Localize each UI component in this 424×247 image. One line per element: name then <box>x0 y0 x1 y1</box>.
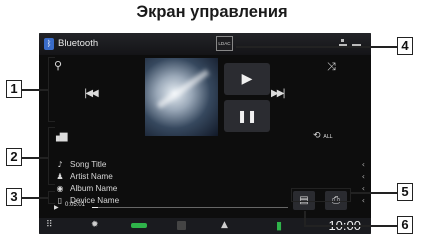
callout-bracket-5 <box>291 188 351 202</box>
status-icons <box>339 37 365 51</box>
playback-control-panel: ⚲ |◀◀ ▶ ❚❚ ▶▶| ⤨ ▗▆ ⟲ ALL <box>51 58 371 150</box>
play-status-icon: ▶ <box>54 204 59 211</box>
song-title: Song Title <box>70 160 107 169</box>
navigation-icon[interactable]: ▲ <box>221 220 228 230</box>
settings-gear-icon[interactable]: ✹ <box>91 220 99 230</box>
apps-grid-icon[interactable]: ⠿ <box>46 220 53 230</box>
callout-line-5 <box>350 192 397 194</box>
pause-button[interactable]: ❚❚ <box>224 100 270 132</box>
previous-track-button[interactable]: |◀◀ <box>84 88 99 99</box>
callout-line-2 <box>22 157 48 159</box>
callout-marker-3: 3 <box>6 188 22 206</box>
search-icon[interactable]: ⚲ <box>54 59 62 72</box>
codec-badge: LDAC <box>216 36 233 51</box>
artist-name: Artist Name <box>70 172 113 181</box>
chevron-left-icon: ‹ <box>361 160 365 169</box>
callout-marker-2: 2 <box>6 148 22 166</box>
elapsed-time: 0:05:01 <box>65 202 86 208</box>
callout-marker-1: 1 <box>6 80 22 98</box>
progress-bar: ▶ 0:05:01 <box>51 202 291 214</box>
artist-icon: ♟ <box>56 172 64 181</box>
chevron-left-icon: ‹ <box>361 196 365 205</box>
callout-bracket-2 <box>48 127 55 185</box>
callout-line-4 <box>236 46 397 48</box>
status-header: ᛒ Bluetooth LDAC <box>39 33 371 55</box>
album-icon: ◉ <box>56 184 64 193</box>
play-button[interactable]: ▶ <box>224 63 270 95</box>
progress-track <box>92 207 288 208</box>
callout-marker-5: 5 <box>397 183 413 201</box>
info-row-artist[interactable]: ♟ Artist Name ‹ <box>51 171 365 183</box>
callout-line-3 <box>22 197 48 199</box>
page-heading: Экран управления <box>136 3 288 21</box>
phone-icon[interactable]: ▮ <box>276 219 282 232</box>
source-label: Bluetooth <box>58 38 99 49</box>
music-note-icon: ♪ <box>57 160 63 169</box>
album-name: Album Name <box>70 184 118 193</box>
callout-connector-1 <box>40 89 48 91</box>
callout-bracket-1 <box>48 57 55 122</box>
callout-bracket-3 <box>48 191 55 204</box>
chevron-left-icon: ‹ <box>361 172 365 181</box>
repeat-mode-label: ALL <box>323 134 333 140</box>
control-screen: ᛒ Bluetooth LDAC ⚲ |◀◀ ▶ ❚❚ ▶▶| ⤨ ▗▆ ⟲ A… <box>39 33 371 234</box>
media-source-icon[interactable] <box>177 221 186 230</box>
progress-fill <box>92 207 98 208</box>
next-track-button[interactable]: ▶▶| <box>271 88 286 99</box>
album-art <box>145 58 218 136</box>
repeat-button[interactable]: ⟲ ALL <box>313 131 332 141</box>
callout-line-1 <box>22 89 40 91</box>
green-status-icon[interactable] <box>131 223 147 228</box>
callout-line-6-vertical <box>304 211 306 226</box>
callout-marker-4: 4 <box>397 37 413 55</box>
callout-marker-6: 6 <box>397 216 413 234</box>
shuffle-button[interactable]: ⤨ <box>327 60 336 74</box>
signal-icon <box>341 39 344 42</box>
callout-line-6 <box>304 225 397 227</box>
bluetooth-icon: ᛒ <box>44 38 54 50</box>
info-row-song[interactable]: ♪ Song Title ‹ <box>51 159 365 171</box>
